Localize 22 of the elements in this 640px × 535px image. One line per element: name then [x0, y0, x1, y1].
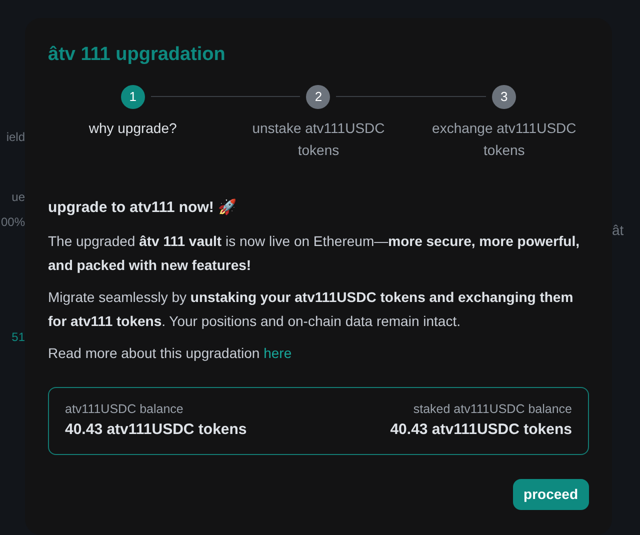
step-number[interactable]: 3 — [492, 84, 516, 109]
background-text: ield — [5, 129, 25, 146]
balance-label: atv111USDC balance — [65, 401, 184, 418]
background-text: ât — [612, 221, 625, 240]
dialog-title: âtv 111 upgradation — [48, 44, 226, 67]
paragraph: The upgraded âtv 111 vault is now live on Ethereum—more secure, more powerful, and packed with new features! — [48, 232, 581, 276]
background-text: ue — [10, 189, 25, 206]
paragraph: Migrate seamlessly by unstaking your atv111USDC tokens and exchanging them for atv111 tokens. Your positions and on-chain data remain intact. — [48, 288, 574, 332]
here-link[interactable]: here — [264, 345, 292, 362]
background-text: 00% — [0, 214, 25, 231]
step-number[interactable]: 2 — [306, 84, 330, 109]
section-heading: upgrade to atv111 now! 🚀 — [48, 198, 238, 218]
proceed-button[interactable]: proceed — [512, 478, 589, 510]
step-label[interactable]: exchange atv111USDC tokens — [429, 116, 580, 161]
step-label[interactable]: unstake atv111USDC tokens — [243, 116, 394, 161]
balance-value: 40.43 atv111USDC tokens — [390, 420, 572, 440]
paragraph: Read more about this upgradation here — [48, 344, 293, 364]
background-text: 51 — [10, 329, 25, 346]
step-number[interactable]: 1 — [120, 84, 145, 109]
step-label[interactable]: why upgrade? — [58, 116, 208, 139]
balance-label: staked atv111USDC balance — [412, 401, 572, 418]
balance-value: 40.43 atv111USDC tokens — [65, 420, 247, 440]
